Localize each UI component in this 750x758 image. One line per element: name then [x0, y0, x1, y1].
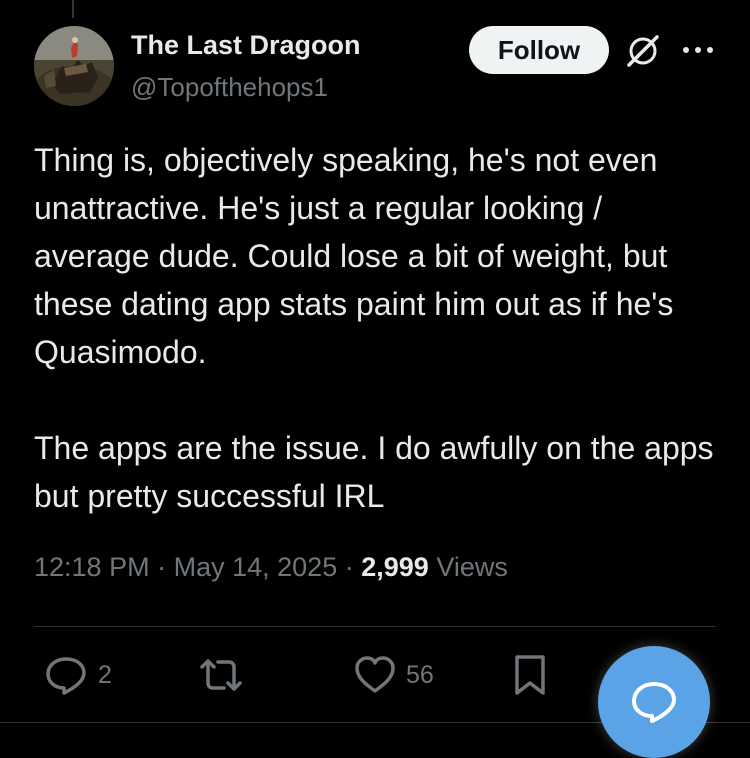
author-display-name[interactable]: The Last Dragoon	[131, 30, 361, 61]
post-metadata: 12:18 PM · May 14, 2025 · 2,999 Views	[34, 552, 724, 583]
post-text-paragraph-1: Thing is, objectively speaking, he's not…	[34, 142, 683, 370]
post-text: Thing is, objectively speaking, he's not…	[34, 136, 724, 520]
meta-separator: ·	[344, 552, 354, 582]
grok-icon[interactable]	[624, 32, 662, 70]
thread-connector-line	[72, 0, 74, 18]
bookmark-button[interactable]	[512, 650, 548, 700]
compose-reply-button[interactable]	[598, 646, 710, 758]
follow-button[interactable]: Follow	[469, 26, 609, 74]
bookmark-icon	[515, 655, 545, 695]
avatar-image	[34, 26, 114, 106]
views-label: Views	[436, 552, 508, 582]
meta-separator: ·	[157, 552, 167, 582]
reply-button[interactable]: 2	[44, 650, 112, 700]
post-text-paragraph-2: The apps are the issue. I do awfully on …	[34, 430, 723, 514]
more-options-icon[interactable]	[678, 32, 718, 68]
post-time[interactable]: 12:18 PM	[34, 552, 150, 582]
repost-icon	[200, 659, 242, 691]
reply-compose-icon	[632, 682, 676, 723]
like-count: 56	[406, 660, 434, 689]
post-header: The Last Dragoon @Topofthehops1 Follow	[34, 26, 724, 106]
views-count: 2,999	[361, 552, 429, 582]
reply-count: 2	[98, 660, 112, 689]
divider	[34, 626, 716, 627]
repost-button[interactable]	[196, 650, 246, 700]
author-handle[interactable]: @Topofthehops1	[131, 72, 328, 103]
reply-icon	[46, 657, 86, 695]
heart-icon	[355, 656, 395, 693]
like-button[interactable]: 56	[354, 650, 434, 700]
avatar[interactable]	[34, 26, 114, 106]
post-date[interactable]: May 14, 2025	[174, 552, 338, 582]
